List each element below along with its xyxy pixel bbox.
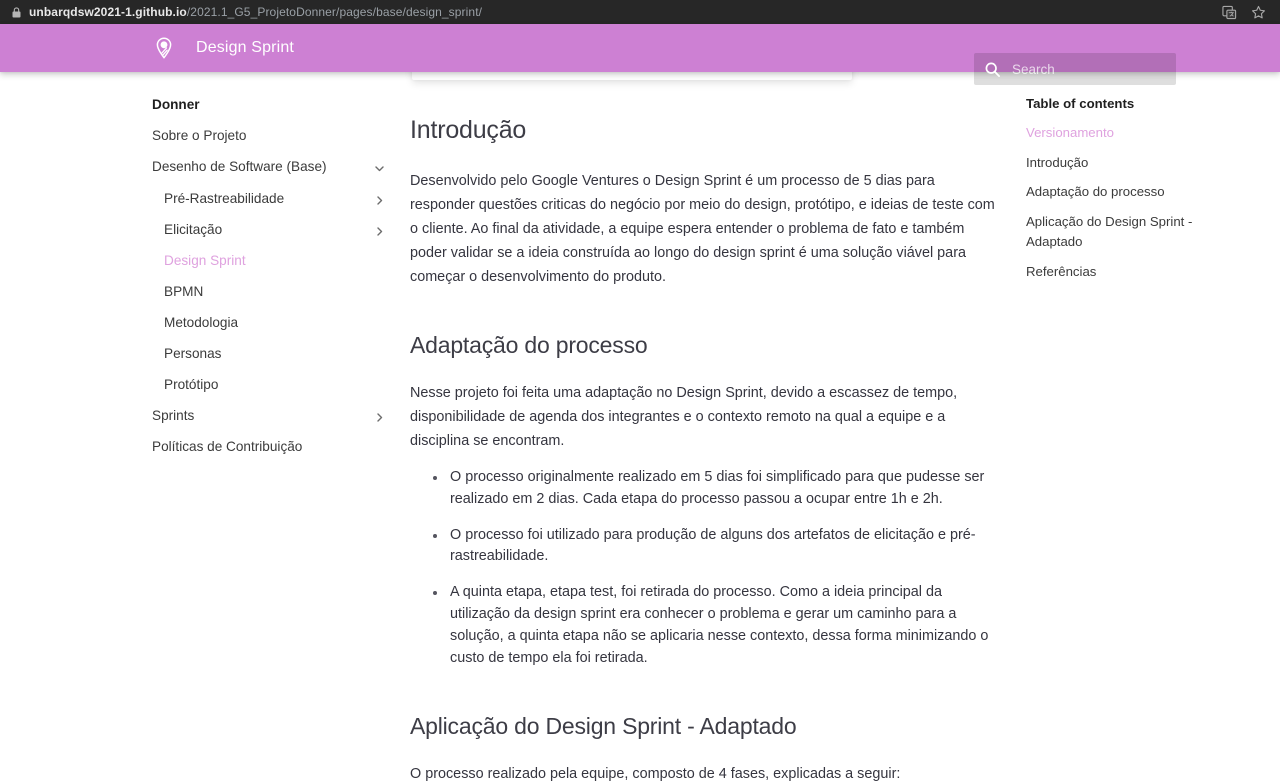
donner-pin-logo-icon[interactable] xyxy=(152,36,176,60)
search-box[interactable] xyxy=(974,53,1176,85)
sidebar-item-label: Pré-Rastreabilidade xyxy=(164,190,285,206)
section-heading-aplicacao-do-design-sprint-adaptado: Aplicação do Design Sprint - Adaptado xyxy=(410,712,797,739)
page-title: Design Sprint xyxy=(196,39,294,56)
toc-item-versionamento[interactable]: Versionamento xyxy=(1026,118,1244,148)
sidebar-item-label: BPMN xyxy=(164,283,204,299)
bullet-list: O processo originalmente realizado em 5 … xyxy=(410,467,1002,670)
sidebar-item-label: Personas xyxy=(164,345,222,361)
sidebar-item-bpmn[interactable]: BPMN xyxy=(152,276,394,307)
sidebar-item-protótipo[interactable]: Protótipo xyxy=(152,369,394,400)
toc-item-adaptação-do-processo[interactable]: Adaptação do processo xyxy=(1026,177,1244,207)
sidebar-item-design-sprint[interactable]: Design Sprint xyxy=(152,245,394,276)
chevron-down-icon[interactable] xyxy=(373,160,386,173)
article-sections: Introdução Desenvolvido pelo Google Ventu… xyxy=(410,114,1002,784)
paragraph: O processo realizado pela equipe, compos… xyxy=(410,765,901,782)
star-icon[interactable] xyxy=(1251,5,1266,20)
toc-title: Table of contents xyxy=(1026,96,1135,111)
sidebar-item-list: Sobre o Projeto Desenho de Software (Base… xyxy=(152,120,394,462)
toc-item-introdução[interactable]: Introdução xyxy=(1026,148,1244,178)
search-icon xyxy=(984,61,1001,78)
toc-item-aplicação-do-design-sprint-adaptado[interactable]: Aplicação do Design Sprint - Adaptado xyxy=(1026,207,1244,257)
paragraph: Nesse projeto foi feita uma adaptação no… xyxy=(410,384,958,449)
sidebar-title: Donner xyxy=(152,97,200,112)
list-item: O processo foi utilizado para produção d… xyxy=(432,525,1002,569)
site-header: Design Sprint xyxy=(0,24,1280,85)
sidebar-item-label: Sobre o Projeto xyxy=(152,128,247,144)
chevron-right-icon[interactable] xyxy=(373,223,386,236)
section-heading-adaptacao-do-processo: Adaptação do processo xyxy=(410,331,648,358)
sidebar-item-elicitação[interactable]: Elicitação xyxy=(152,214,394,245)
lock-icon xyxy=(12,6,21,18)
sidebar-item-sprints[interactable]: Sprints xyxy=(152,400,394,431)
browser-actions xyxy=(1222,5,1272,20)
sidebar-item-label: Desenho de Software (Base) xyxy=(152,159,327,175)
sidebar-item-label: Protótipo xyxy=(164,376,219,392)
chevron-right-icon[interactable] xyxy=(373,409,386,422)
browser-url-bar: unbarqdsw2021-1.github.io/2021.1_G5_Proj… xyxy=(0,0,1280,24)
version-table-peek: 09/09/2021 1.0 Correção de links Lucas G… xyxy=(412,72,852,80)
table-of-contents: Table of contents Versionamento Introduçã… xyxy=(1026,72,1244,784)
sidebar-item-personas[interactable]: Personas xyxy=(152,338,394,369)
toc-item-referências[interactable]: Referências xyxy=(1026,257,1244,287)
sidebar-item-label: Design Sprint xyxy=(164,252,246,268)
page-body: Donner Sobre o Projeto Desenho de Softwar… xyxy=(0,72,1280,784)
sidebar-item-label: Sprints xyxy=(152,407,195,423)
sidebar-item-prérastreabilidade[interactable]: Pré-Rastreabilidade xyxy=(152,183,394,214)
sidebar-item-sobre-o-projeto[interactable]: Sobre o Projeto xyxy=(152,120,394,151)
paragraph: Desenvolvido pelo Google Ventures o Desi… xyxy=(410,172,995,285)
search-input[interactable] xyxy=(1012,61,1166,77)
sidebar-item-label: Metodologia xyxy=(164,314,239,330)
sidebar-item-desenho-de-software-base[interactable]: Desenho de Software (Base) xyxy=(152,151,394,182)
sidebar-item-metodologia[interactable]: Metodologia xyxy=(152,307,394,338)
toc-item-list: Versionamento Introdução Adaptação do proc… xyxy=(1026,118,1244,287)
translate-icon[interactable] xyxy=(1222,5,1237,20)
chevron-right-icon[interactable] xyxy=(373,192,386,205)
url-host: unbarqdsw2021-1.github.io xyxy=(29,5,187,19)
url-path: /2021.1_G5_ProjetoDonner/pages/base/desi… xyxy=(186,5,483,19)
list-item: A quinta etapa, etapa test, foi retirada… xyxy=(432,582,1002,670)
primary-sidebar-nav: Donner Sobre o Projeto Desenho de Softwar… xyxy=(152,72,394,784)
list-item: O processo originalmente realizado em 5 … xyxy=(432,467,1002,511)
url-text[interactable]: unbarqdsw2021-1.github.io/2021.1_G5_Proj… xyxy=(29,5,1214,19)
section-heading-introducao: Introdução xyxy=(410,116,527,144)
sidebar-item-label: Políticas de Contribuição xyxy=(152,439,303,455)
article-content: 09/09/2021 1.0 Correção de links Lucas G… xyxy=(394,72,1002,784)
sidebar-item-label: Elicitação xyxy=(164,221,223,237)
sidebar-item-políticas-de-contribuição[interactable]: Políticas de Contribuição xyxy=(152,431,394,462)
